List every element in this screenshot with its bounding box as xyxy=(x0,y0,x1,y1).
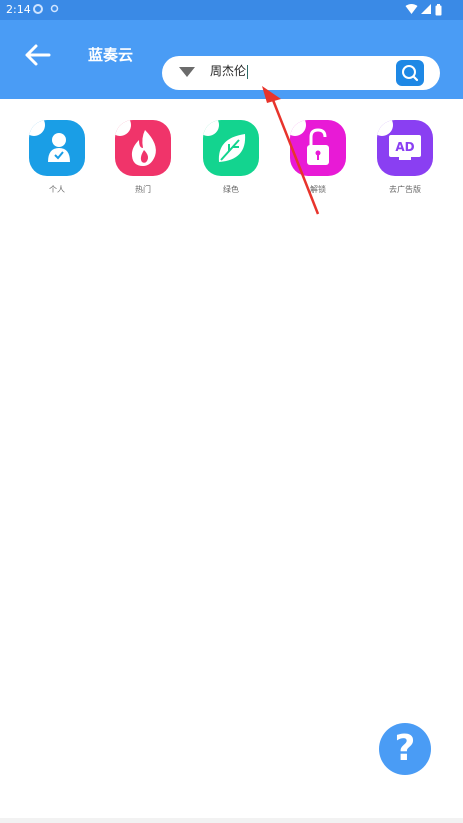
battery-icon xyxy=(435,4,442,16)
status-time: 2:14 xyxy=(6,3,31,16)
app-title: 蓝奏云 xyxy=(88,46,134,64)
category-green[interactable]: 绿色 xyxy=(201,120,261,195)
category-hot[interactable]: 热门 xyxy=(113,120,173,195)
help-button[interactable]: ? xyxy=(379,723,431,775)
category-label: 绿色 xyxy=(223,185,239,194)
category-label: 个人 xyxy=(49,185,65,194)
leaf-icon xyxy=(203,120,259,176)
ad-icon: AD xyxy=(377,120,433,176)
search-bar: 周杰伦 xyxy=(162,56,440,90)
unlock-icon xyxy=(290,120,346,176)
category-personal[interactable]: 个人 xyxy=(27,120,87,195)
search-icon xyxy=(402,65,419,82)
search-input[interactable]: 周杰伦 xyxy=(210,62,249,79)
category-ad-free[interactable]: AD 去广告版 xyxy=(375,120,435,195)
category-label: 去广告版 xyxy=(389,185,421,194)
person-icon xyxy=(29,120,85,176)
category-label: 热门 xyxy=(135,185,151,194)
signal-icon xyxy=(421,4,431,14)
question-mark-icon: ? xyxy=(394,728,416,769)
bottom-navigation-bar xyxy=(0,818,463,823)
notification-icon xyxy=(50,4,59,13)
wifi-icon xyxy=(405,4,418,14)
category-label: 解锁 xyxy=(310,185,326,194)
search-button[interactable] xyxy=(396,60,424,86)
status-bar: 2:14 xyxy=(0,0,463,20)
sync-icon xyxy=(33,4,43,14)
back-arrow-icon[interactable] xyxy=(22,42,52,68)
svg-text:AD: AD xyxy=(395,140,414,154)
text-cursor xyxy=(247,64,249,79)
category-unlock[interactable]: 解锁 xyxy=(288,120,348,195)
dropdown-triangle-icon[interactable] xyxy=(178,66,196,78)
search-query-text: 周杰伦 xyxy=(210,64,247,78)
fire-icon xyxy=(115,120,171,176)
